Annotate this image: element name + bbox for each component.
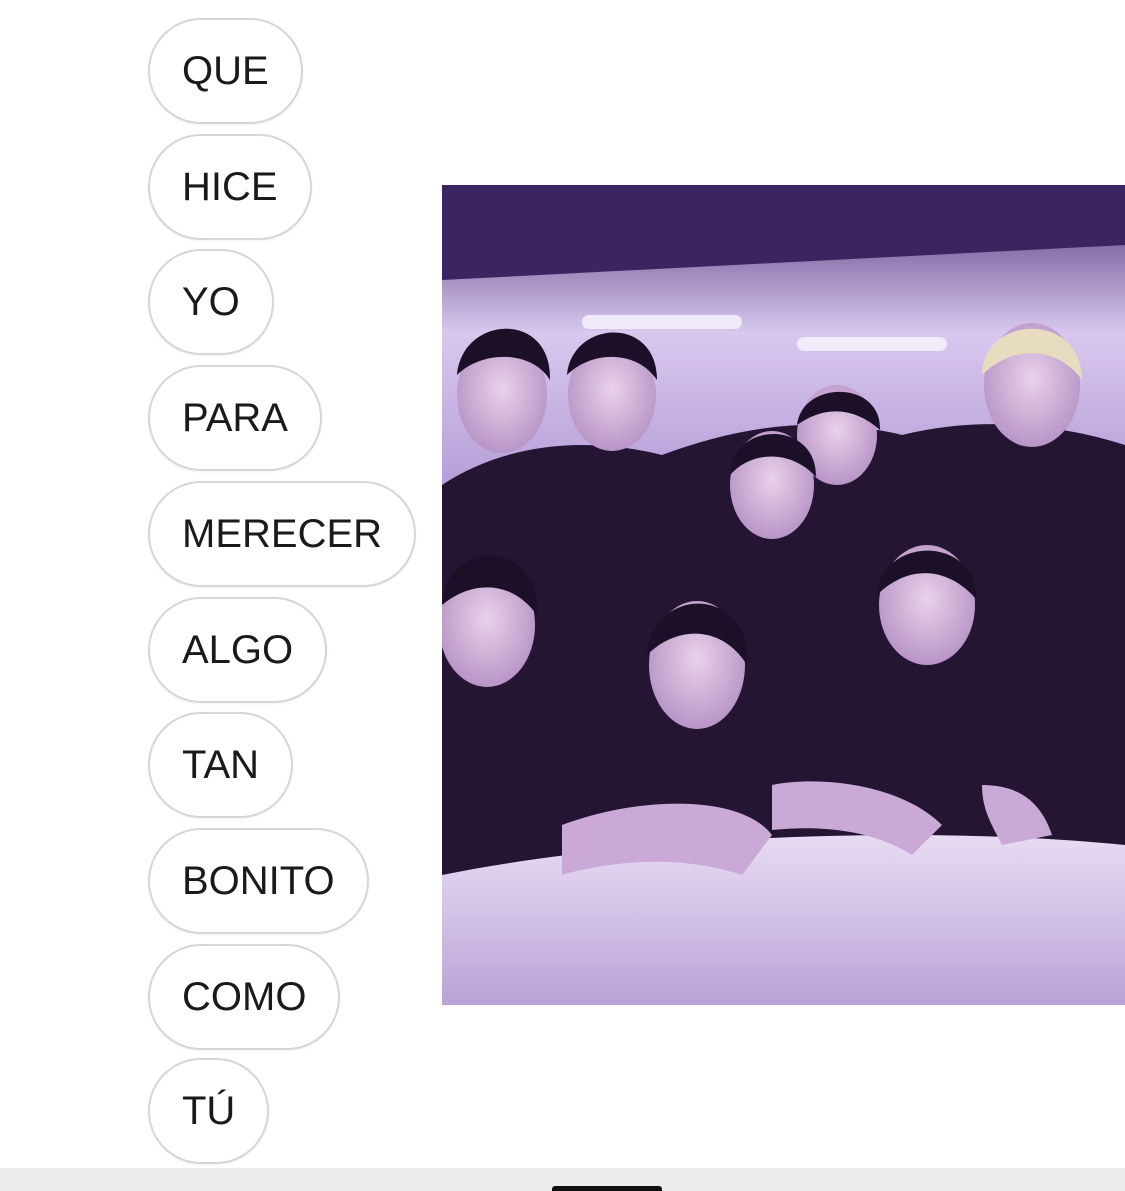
message-bubble[interactable]: HICE [148, 134, 312, 240]
message-text: QUE [182, 48, 269, 93]
message-text: COMO [182, 974, 307, 1019]
message-text: YO [182, 279, 240, 324]
message-bubble[interactable]: TÚ [148, 1058, 270, 1164]
home-indicator[interactable] [552, 1186, 662, 1191]
message-bubble[interactable]: ALGO [148, 597, 328, 703]
message-bubble[interactable]: MERECER [148, 481, 417, 587]
message-text: HICE [182, 164, 278, 209]
group-photo[interactable] [442, 185, 1125, 1005]
message-bubble[interactable]: PARA [148, 365, 322, 471]
message-bubble[interactable]: QUE [148, 18, 303, 124]
message-text: ALGO [182, 627, 294, 672]
message-text: MERECER [182, 511, 383, 556]
message-bubble[interactable]: YO [148, 249, 274, 355]
message-bubble[interactable]: BONITO [148, 828, 369, 934]
message-text: BONITO [182, 858, 335, 903]
group-photo-image-icon [442, 185, 1125, 1005]
message-text: TÚ [182, 1088, 236, 1133]
message-bubble[interactable]: TAN [148, 712, 294, 818]
message-text: PARA [182, 395, 288, 440]
message-bubble[interactable]: COMO [148, 944, 341, 1050]
message-text: TAN [182, 742, 260, 787]
